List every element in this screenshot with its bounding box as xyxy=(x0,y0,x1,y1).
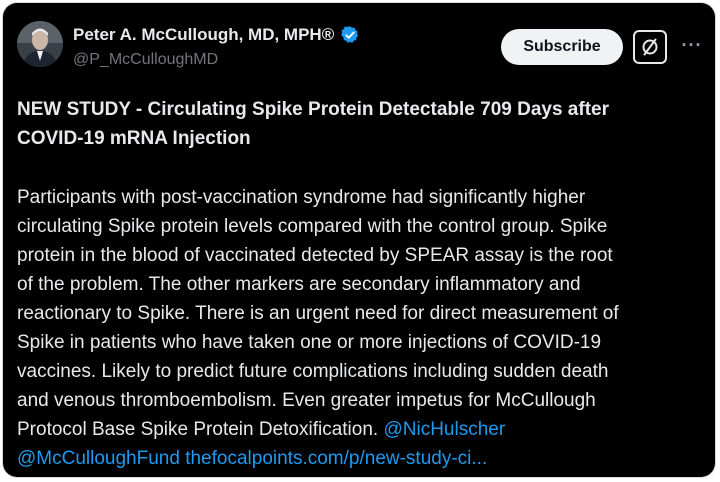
author-avatar[interactable] xyxy=(17,21,63,67)
body-line: Spike in patients who have taken one or … xyxy=(17,332,602,353)
profile-photo xyxy=(17,21,63,67)
headline-line: NEW STUDY - Circulating Spike Protein De… xyxy=(17,99,609,120)
grok-button[interactable] xyxy=(633,30,667,64)
article-link[interactable]: thefocalpoints.com/p/new-study-ci... xyxy=(185,448,487,469)
body-line: Protocol Base Spike Protein Detoxificati… xyxy=(17,419,384,440)
mention-link[interactable]: @McCulloughFund xyxy=(17,448,180,469)
author-display-name[interactable]: Peter A. McCullough, MD, MPH® xyxy=(73,25,334,45)
post-headline: NEW STUDY - Circulating Spike Protein De… xyxy=(17,95,707,153)
subscribe-button[interactable]: Subscribe xyxy=(501,29,623,65)
post-card: Peter A. McCullough, MD, MPH® @P_McCullo… xyxy=(3,3,715,477)
body-line: vaccines. Likely to predict future compl… xyxy=(17,361,609,382)
body-line: protein in the blood of vaccinated detec… xyxy=(17,245,613,266)
author-handle[interactable]: @P_McCulloughMD xyxy=(73,51,218,69)
body-line-with-mention: Protocol Base Spike Protein Detoxificati… xyxy=(17,415,711,444)
more-icon: ··· xyxy=(681,34,703,55)
body-line: circulating Spike protein levels compare… xyxy=(17,216,608,237)
body-line: of the problem. The other markers are se… xyxy=(17,274,581,295)
slashed-square-icon xyxy=(642,38,658,56)
author-name-row: Peter A. McCullough, MD, MPH® xyxy=(73,25,360,45)
mention-link[interactable]: @NicHulscher xyxy=(383,419,505,440)
body-line: and venous thromboembolism. Even greater… xyxy=(17,390,596,411)
body-links-line: @McCulloughFund thefocalpoints.com/p/new… xyxy=(17,444,711,473)
headline-line: COVID-19 mRNA Injection xyxy=(17,128,251,149)
body-line: Participants with post-vaccination syndr… xyxy=(17,187,586,208)
body-line: reactionary to Spike. There is an urgent… xyxy=(17,303,619,324)
post-body: Participants with post-vaccination syndr… xyxy=(17,183,711,473)
verified-badge-icon[interactable] xyxy=(340,25,360,45)
more-options-button[interactable]: ··· xyxy=(679,33,705,57)
